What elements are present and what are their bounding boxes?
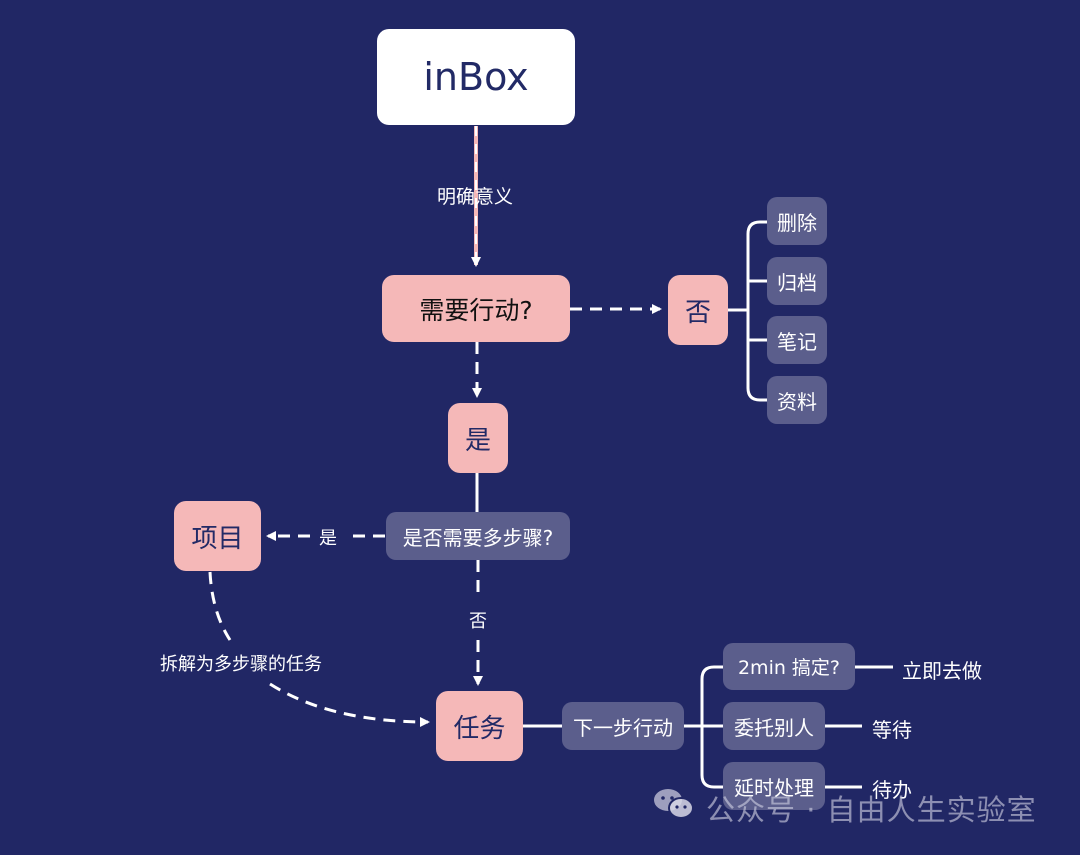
result-waiting: 等待 bbox=[872, 718, 912, 742]
option-delete: 删除 bbox=[767, 197, 827, 245]
inbox-label: inBox bbox=[423, 55, 529, 99]
task-label: 任务 bbox=[453, 713, 506, 744]
clarify-label: 明确意义 bbox=[437, 186, 514, 208]
yes-edge-label: 是 bbox=[319, 528, 337, 549]
option-notes: 笔记 bbox=[767, 316, 827, 364]
option-archive: 归档 bbox=[767, 257, 827, 305]
edge-project-to-task-b bbox=[269, 682, 430, 727]
no-node: 否 bbox=[668, 275, 728, 345]
project-node: 项目 bbox=[174, 501, 261, 571]
project-label: 项目 bbox=[191, 523, 244, 554]
bracket-next-action bbox=[684, 665, 724, 789]
next-action-label: 下一步行动 bbox=[573, 715, 673, 740]
edge-project-to-task-a bbox=[208, 571, 232, 641]
wechat-icon bbox=[652, 786, 696, 829]
multi-step-label: 是否需要多步骤? bbox=[402, 525, 554, 550]
yes-node: 是 bbox=[448, 403, 508, 473]
bracket-no-options bbox=[728, 220, 768, 402]
watermark: 公众号 · 自由人生实验室 bbox=[652, 786, 1037, 829]
no-label: 否 bbox=[684, 297, 711, 328]
next-action-node: 下一步行动 bbox=[562, 702, 684, 750]
branch-2min: 2min 搞定? bbox=[723, 643, 855, 690]
decompose-label: 拆解为多步骤的任务 bbox=[160, 654, 322, 675]
need-action-node: 需要行动? bbox=[382, 275, 570, 342]
inbox-node: inBox bbox=[377, 29, 575, 125]
need-action-label: 需要行动? bbox=[419, 295, 533, 325]
branch-delegate: 委托别人 bbox=[723, 702, 825, 750]
result-do-now: 立即去做 bbox=[902, 659, 982, 683]
task-node: 任务 bbox=[436, 691, 523, 761]
multi-step-node: 是否需要多步骤? bbox=[386, 512, 570, 560]
watermark-text: 公众号 · 自由人生实验室 bbox=[706, 792, 1037, 827]
connector-layer bbox=[208, 126, 893, 789]
no-edge-label: 否 bbox=[469, 611, 487, 632]
yes-label: 是 bbox=[464, 425, 491, 456]
option-materials: 资料 bbox=[767, 376, 827, 424]
